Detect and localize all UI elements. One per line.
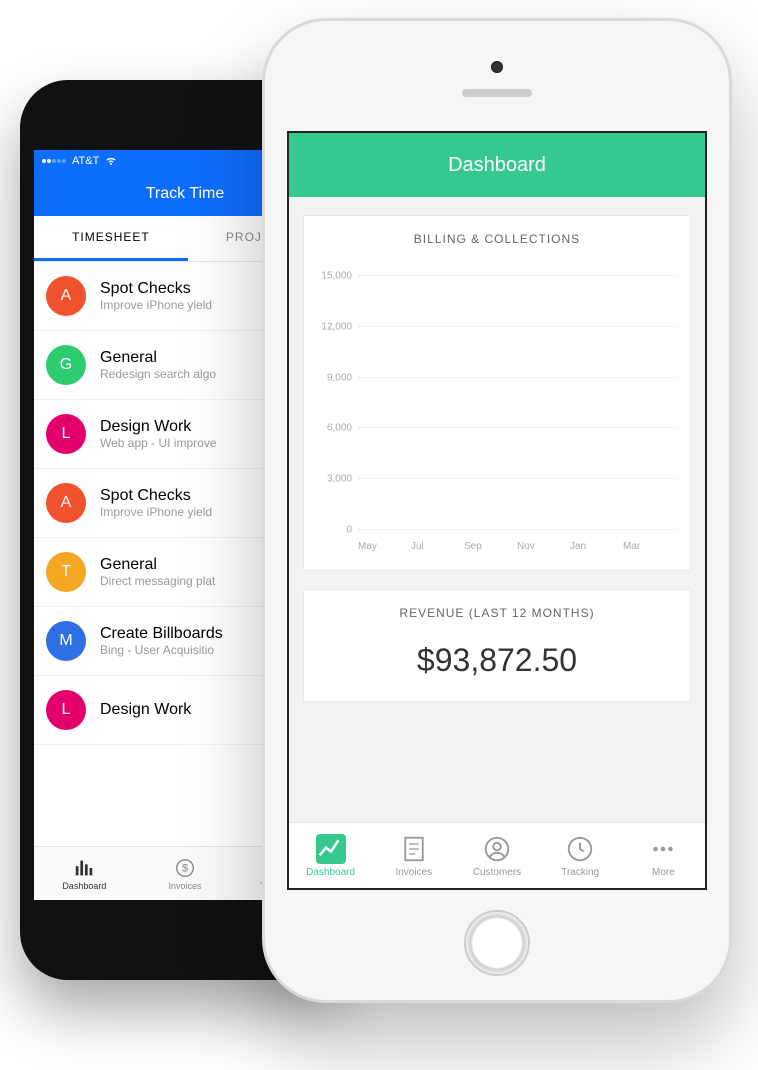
item-title: General [100, 556, 215, 574]
chart-line-icon [316, 834, 346, 864]
x-tick: May [358, 541, 411, 552]
dollar-circle-icon: $ [174, 857, 196, 879]
clock-icon [565, 834, 595, 864]
y-tick: 9,000 [327, 372, 352, 383]
avatar: T [46, 552, 86, 592]
y-tick: 15,000 [321, 271, 352, 282]
item-subtitle: Direct messaging plat [100, 574, 215, 588]
item-title: Spot Checks [100, 487, 212, 505]
item-title: Create Billboards [100, 625, 223, 643]
tab-label: Dashboard [62, 881, 106, 891]
avatar: L [46, 414, 86, 454]
svg-text:$: $ [182, 862, 188, 874]
more-icon [648, 834, 678, 864]
x-tick: Nov [517, 541, 570, 552]
y-tick: 6,000 [327, 423, 352, 434]
document-icon [399, 834, 429, 864]
x-tick: Sep [464, 541, 517, 552]
x-tick: Mar [623, 541, 676, 552]
avatar: L [46, 690, 86, 730]
x-tick: Jan [570, 541, 623, 552]
y-tick: 12,000 [321, 321, 352, 332]
dashboard-header: Dashboard [289, 133, 705, 197]
revenue-value: $93,872.50 [304, 636, 690, 701]
carrier-label: AT&T [72, 155, 99, 167]
tab-label: More [652, 867, 675, 878]
content-area[interactable]: BILLING & COLLECTIONS 0 3,000 6,000 9,000 12… [289, 197, 705, 822]
x-tick: Jul [411, 541, 464, 552]
billing-chart: 0 3,000 6,000 9,000 12,000 15,000 MayJulSepNo… [312, 266, 682, 556]
tab-label: Dashboard [306, 867, 355, 878]
card-title: REVENUE (LAST 12 MONTHS) [304, 590, 690, 636]
tab-tracking[interactable]: Tracking [539, 823, 622, 888]
y-tick: 0 [346, 525, 352, 536]
avatar: M [46, 621, 86, 661]
tab-customers[interactable]: Customers [455, 823, 538, 888]
phone2-tab-bar: Dashboard Invoices Customers Tracking Mo… [289, 822, 705, 888]
revenue-card: REVENUE (LAST 12 MONTHS) $93,872.50 [303, 589, 691, 702]
avatar: A [46, 276, 86, 316]
item-subtitle: Bing - User Acquisitio [100, 643, 223, 657]
phone-white: Dashboard BILLING & COLLECTIONS 0 3,000 6,… [262, 18, 732, 1003]
tab-timesheet[interactable]: TIMESHEET [34, 216, 188, 261]
item-title: Design Work [100, 701, 191, 719]
avatar: A [46, 483, 86, 523]
tab-dashboard[interactable]: Dashboard [289, 823, 372, 888]
tab-label: Invoices [168, 881, 201, 891]
item-title: Spot Checks [100, 280, 212, 298]
y-tick: 3,000 [327, 474, 352, 485]
item-subtitle: Web app - UI improve [100, 436, 217, 450]
signal-icon [42, 159, 66, 163]
tab-invoices[interactable]: $ Invoices [135, 847, 236, 900]
tab-more[interactable]: More [622, 823, 705, 888]
tab-dashboard[interactable]: Dashboard [34, 847, 135, 900]
item-title: Design Work [100, 418, 217, 436]
card-title: BILLING & COLLECTIONS [304, 216, 690, 262]
billing-card: BILLING & COLLECTIONS 0 3,000 6,000 9,000 12… [303, 215, 691, 571]
home-button[interactable] [464, 910, 530, 976]
user-icon [482, 834, 512, 864]
item-subtitle: Improve iPhone yield [100, 505, 212, 519]
tab-invoices[interactable]: Invoices [372, 823, 455, 888]
avatar: G [46, 345, 86, 385]
tab-label: Tracking [561, 867, 599, 878]
tab-label: Invoices [395, 867, 432, 878]
item-title: General [100, 349, 216, 367]
item-subtitle: Improve iPhone yield [100, 298, 212, 312]
phone2-screen: Dashboard BILLING & COLLECTIONS 0 3,000 6,… [287, 131, 707, 890]
tab-label: Customers [473, 867, 521, 878]
item-subtitle: Redesign search algo [100, 367, 216, 381]
wifi-icon [105, 154, 117, 169]
bars-icon [73, 857, 95, 879]
